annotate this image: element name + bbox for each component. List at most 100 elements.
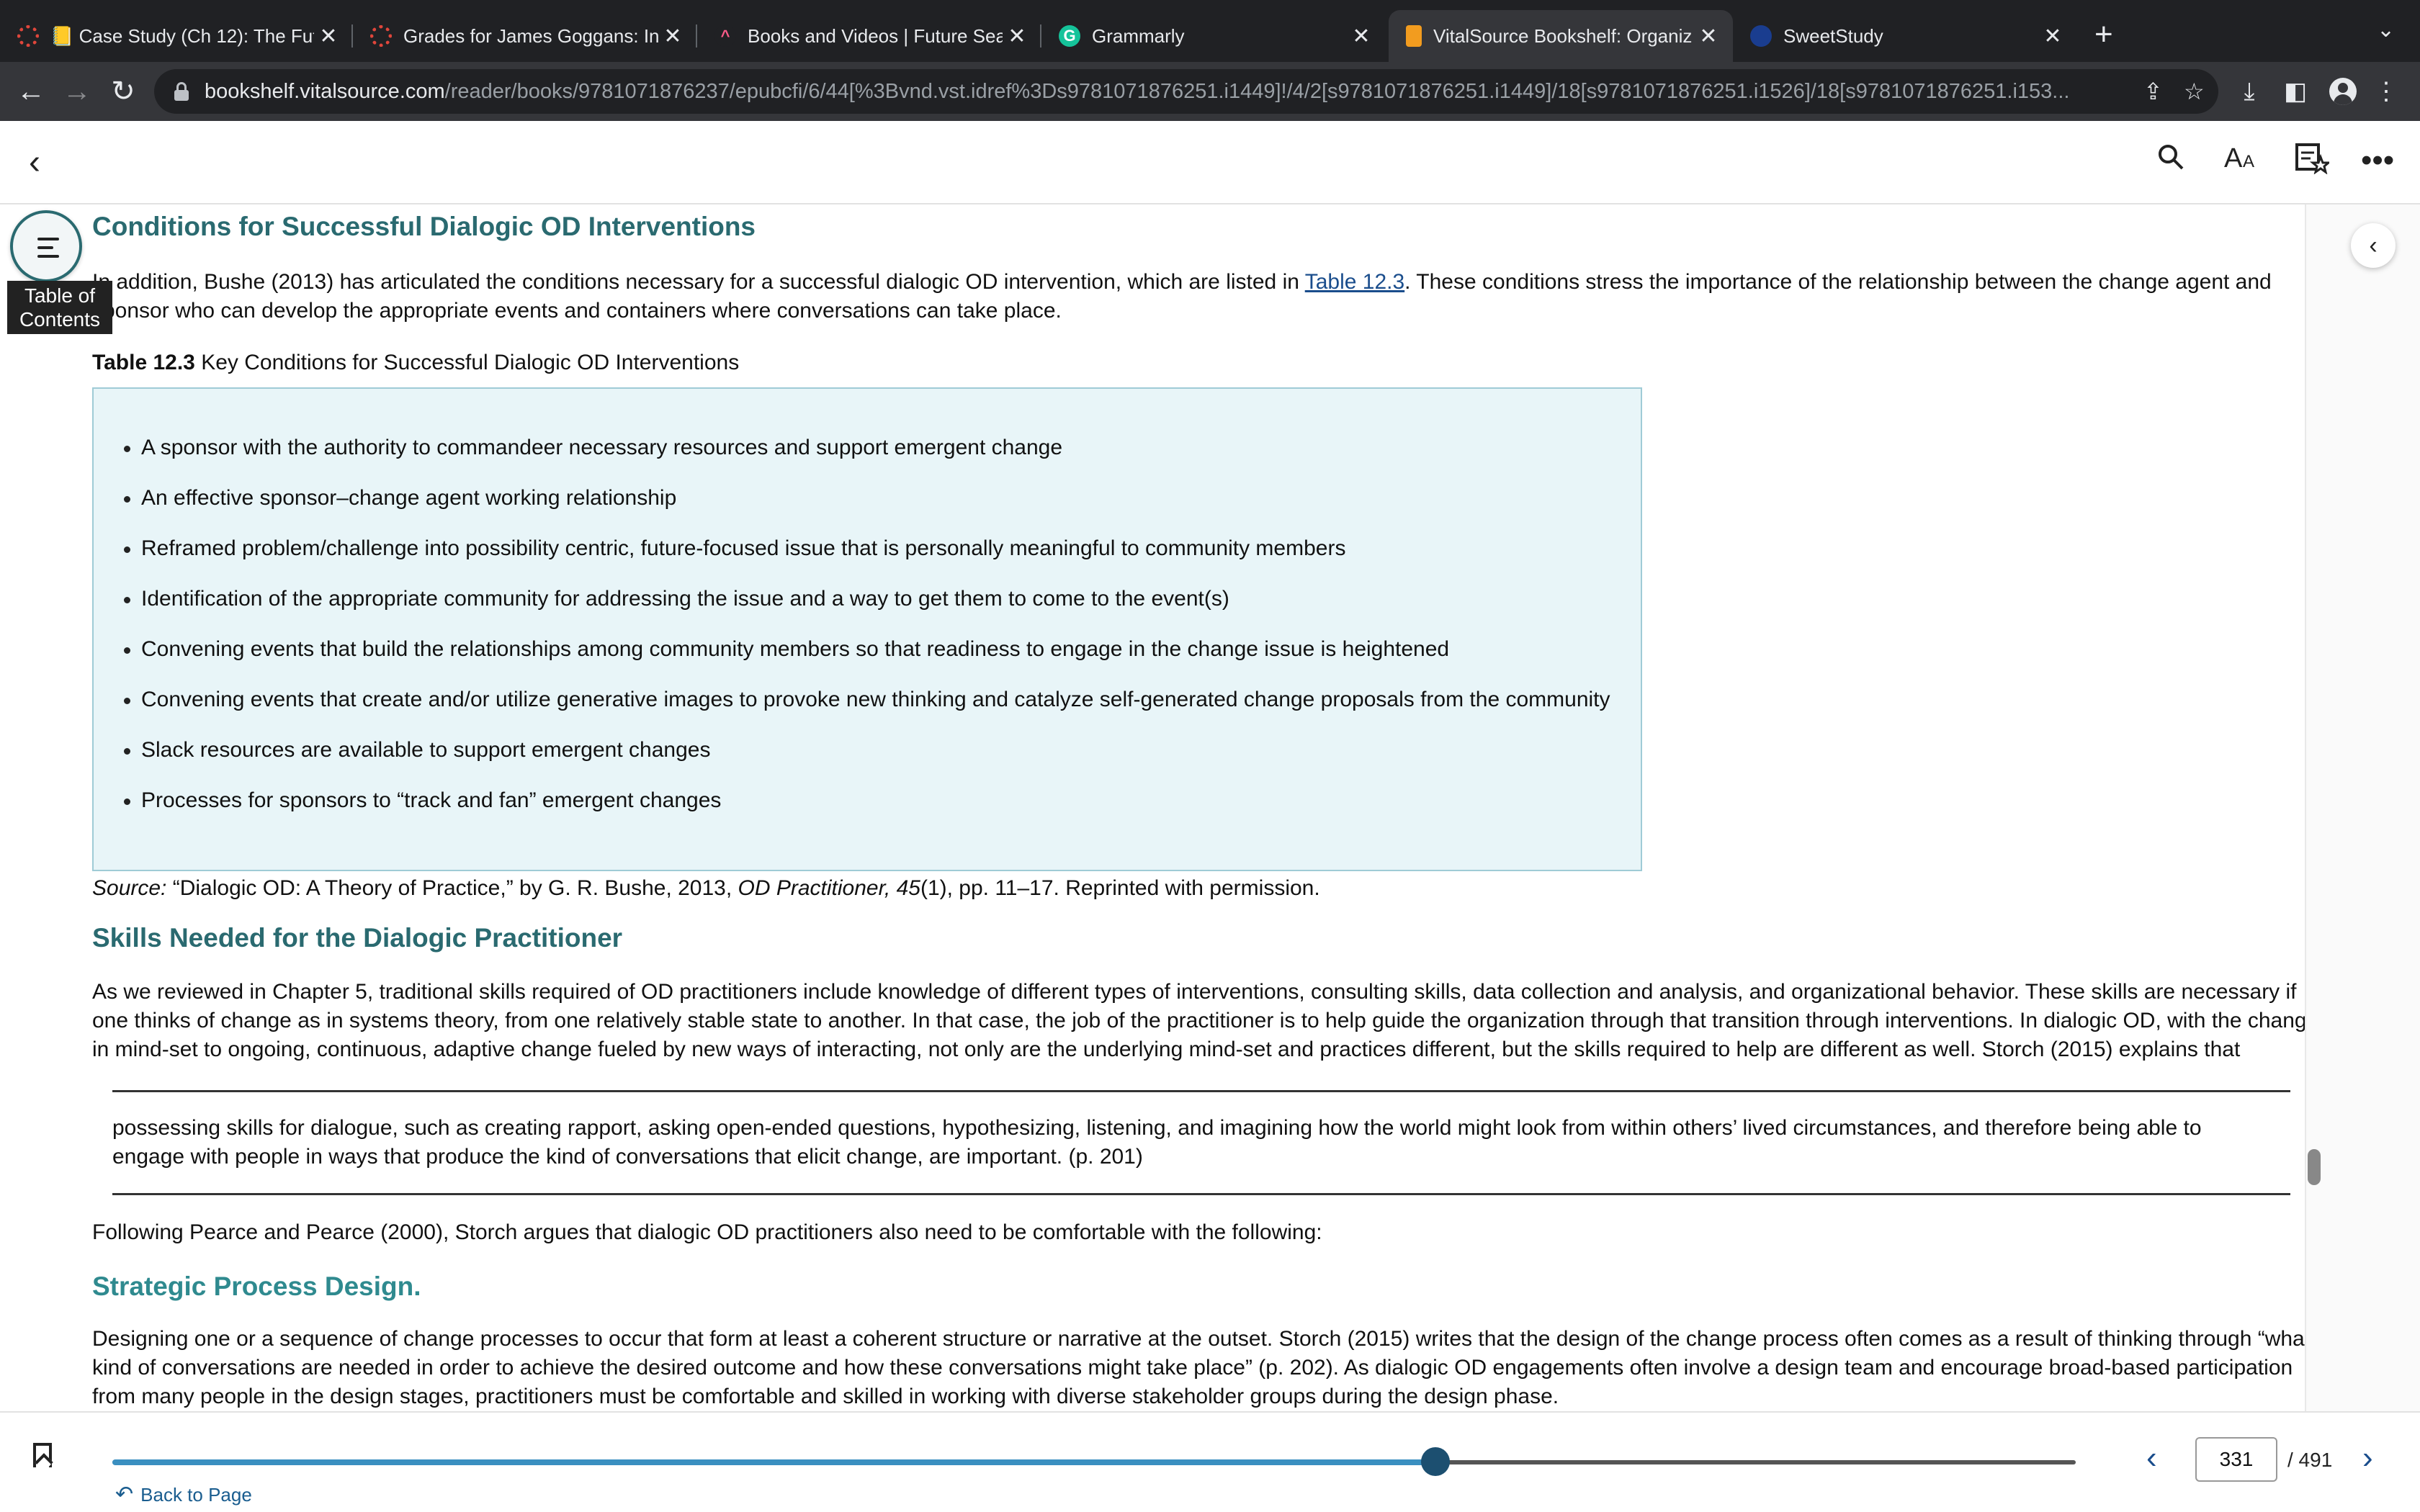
tab-close-icon[interactable]: ✕ [314,24,343,49]
reader-header: ‹ AA ••• [0,121,2420,204]
section-heading: Conditions for Successful Dialogic OD In… [92,212,756,241]
paragraph-line: in mind-set to ongoing, continuous, adap… [92,1038,2241,1061]
tab-grades[interactable]: Grades for James Goggans: Int ✕ [353,10,697,62]
profile-avatar-icon[interactable] [2329,78,2357,105]
list-item: Processes for sponsors to “track and fan… [124,786,1610,837]
list-item: Slack resources are available to support… [124,736,1610,786]
url-host: bookshelf.vitalsource.com [205,80,445,103]
tab-title: VitalSource Bookshelf: Organiz [1433,24,1693,47]
new-tab-button[interactable]: + [2094,17,2113,52]
side-panel-icon[interactable]: ◧ [2279,76,2312,107]
page-progress-slider[interactable] [112,1447,2076,1476]
vitalsource-favicon-icon [1406,25,1422,47]
back-arrow-icon[interactable]: ← [12,72,50,111]
next-page-chevron-icon[interactable]: › [2362,1440,2373,1476]
tab-close-icon[interactable]: ✕ [658,24,687,49]
search-icon[interactable] [2156,143,2185,180]
current-page-input[interactable] [2195,1437,2277,1482]
tab-vitalsource[interactable]: VitalSource Bookshelf: Organiz ✕ [1389,10,1733,62]
reader-bottom-bar: ↶ Back to Page ‹ / 491 › [0,1411,2420,1512]
intro-text: . These conditions stress the importance… [1404,270,2272,294]
bookmark-star-icon[interactable]: ☆ [2184,78,2205,105]
tab-close-icon[interactable]: ✕ [1347,24,1376,49]
tab-title: Grammarly [1092,24,1185,47]
sweetstudy-favicon-icon [1750,25,1772,47]
tab-sweetstudy[interactable]: SweetStudy ✕ [1733,10,2077,62]
tab-title: Grades for James Goggans: Int [403,24,658,47]
paragraph-line: Following Pearce and Pearce (2000), Stor… [92,1220,1322,1244]
browser-tab-strip: 📒 Case Study (Ch 12): The Fut ✕ Grades f… [0,0,2420,62]
content-scrollbar-thumb[interactable] [2308,1149,2321,1185]
paragraph-line: from many people in the design stages, p… [92,1385,1559,1408]
notes-highlights-icon[interactable] [2295,143,2332,183]
tab-grammarly[interactable]: G Grammarly ✕ [1041,10,1386,62]
tab-close-icon[interactable]: ✕ [1003,24,1031,49]
bookmark-icon[interactable] [33,1443,52,1467]
quote-line: engage with people in ways that produce … [112,1145,1143,1169]
url-path: /reader/books/9781071876237/epubcfi/6/44… [444,80,2070,103]
tab-title: SweetStudy [1783,24,1883,47]
table-title: Key Conditions for Successful Dialogic O… [194,351,740,374]
text-size-icon[interactable]: AA [2224,143,2259,180]
back-to-page-link[interactable]: ↶ Back to Page [115,1482,252,1507]
future-search-favicon-icon: ^ [714,25,736,47]
progress-fill [112,1459,1436,1465]
list-item: A sponsor with the authority to commande… [124,433,1610,484]
key-conditions-table: A sponsor with the authority to commande… [92,387,1642,871]
progress-slider-handle[interactable] [1421,1447,1451,1476]
tab-close-icon[interactable]: ✕ [2038,24,2067,49]
browser-menu-icon[interactable]: ⋮ [2370,76,2403,107]
tab-books-videos[interactable]: ^ Books and Videos | Future Sear ✕ [697,10,1041,62]
total-pages: / 491 [2287,1449,2333,1471]
table-caption: Table 12.3 Key Conditions for Successful… [92,348,739,377]
paragraph-line: one thinks of change as in systems theor… [92,1009,2311,1032]
list-item: Reframed problem/challenge into possibil… [124,534,1610,585]
block-quote: possessing skills for dialogue, such as … [112,1090,2290,1195]
table-source-note: Source: “Dialogic OD: A Theory of Practi… [92,876,1320,900]
svg-text:A: A [2243,152,2254,171]
table-of-contents-tooltip: Table of Contents [7,281,112,334]
intro-paragraph-line: sponsor who can develop the appropriate … [92,299,1062,323]
reader-back-chevron-icon[interactable]: ‹ [29,143,40,182]
expand-panel-chevron-icon[interactable]: ‹ [2351,223,2396,268]
quote-line: possessing skills for dialogue, such as … [112,1116,2202,1140]
back-to-page-label: Back to Page [140,1484,252,1506]
right-panel-rail [2305,204,2420,1411]
paragraph-line: As we reviewed in Chapter 5, traditional… [92,980,2297,1004]
tab-close-icon[interactable]: ✕ [1694,24,1723,49]
list-item: Identification of the appropriate commun… [124,585,1610,635]
conditions-list: A sponsor with the authority to commande… [124,433,1610,837]
more-options-icon[interactable]: ••• [2361,143,2394,179]
previous-page-chevron-icon[interactable]: ‹ [2146,1440,2157,1476]
download-icon[interactable]: ⤓ [2233,76,2266,107]
back-arrow-icon: ↶ [115,1482,134,1506]
book-content: Conditions for Successful Dialogic OD In… [92,204,2311,1411]
tab-title: Books and Videos | Future Sear [748,24,1003,47]
list-item: An effective sponsor–change agent workin… [124,484,1610,534]
list-item: Convening events that build the relation… [124,635,1610,685]
subsection-heading: Strategic Process Design. [92,1272,421,1301]
table-of-contents-button[interactable] [10,210,82,282]
forward-arrow-icon[interactable]: → [58,72,97,111]
share-icon[interactable]: ⇪ [2143,78,2163,105]
list-item: Convening events that create and/or util… [124,685,1610,736]
canvas-favicon-icon [370,25,392,47]
address-bar[interactable]: bookshelf.vitalsource.com/reader/books/9… [154,69,2218,114]
tab-title: 📒 Case Study (Ch 12): The Fut [50,24,314,47]
tab-case-study[interactable]: 📒 Case Study (Ch 12): The Fut ✕ [0,10,353,62]
section-heading: Skills Needed for the Dialogic Practitio… [92,923,623,953]
paragraph-line: Designing one or a sequence of change pr… [92,1327,2311,1351]
table-12-3-link[interactable]: Table 12.3 [1305,270,1404,294]
canvas-favicon-icon [17,25,39,47]
lock-icon[interactable] [174,82,189,101]
browser-toolbar: ← → ↻ bookshelf.vitalsource.com/reader/b… [0,62,2420,121]
url-text[interactable]: bookshelf.vitalsource.com/reader/books/9… [205,69,2135,114]
intro-text: In addition, Bushe (2013) has articulate… [92,270,1305,294]
grammarly-favicon-icon: G [1059,25,1080,47]
tab-search-chevron-icon[interactable]: ⌄ [2377,17,2395,42]
table-label: Table 12.3 [92,351,195,374]
reload-icon[interactable]: ↻ [104,72,143,111]
paragraph-line: kind of conversations are needed in orde… [92,1356,2293,1380]
svg-text:A: A [2224,143,2243,171]
intro-paragraph-line: In addition, Bushe (2013) has articulate… [92,268,2272,297]
